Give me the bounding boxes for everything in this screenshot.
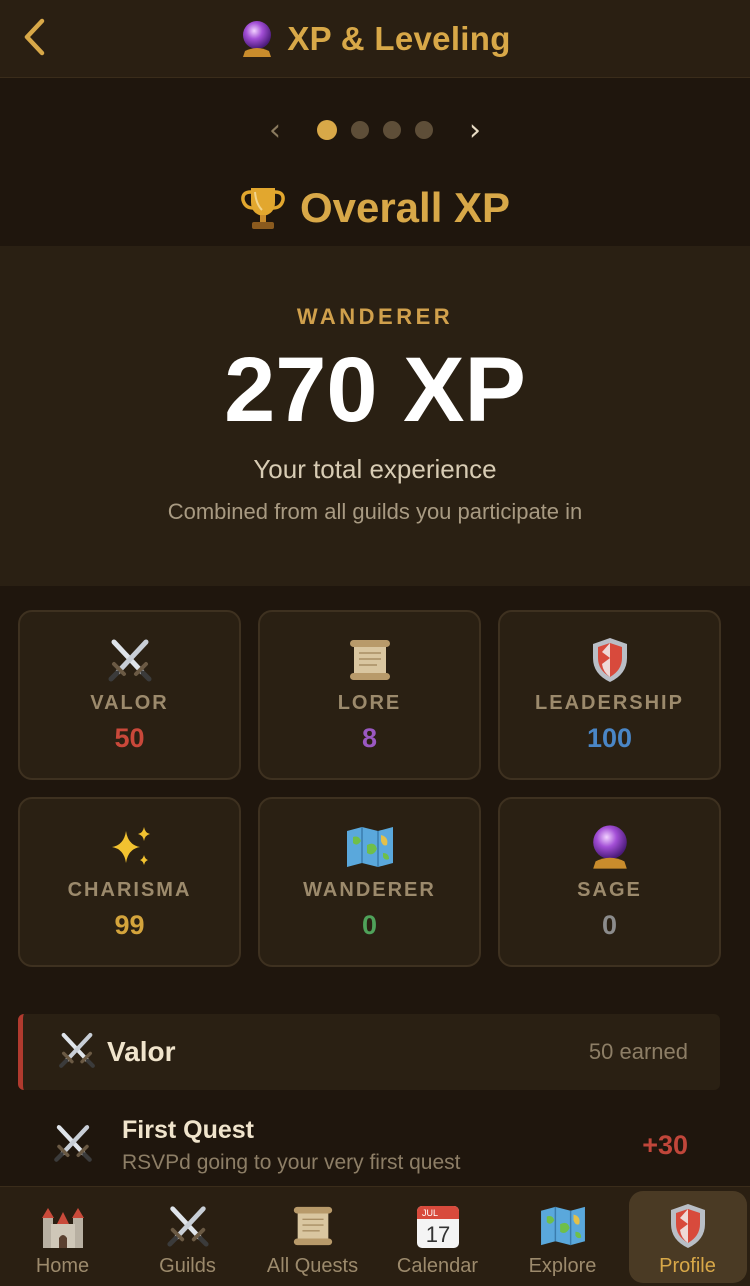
tab-home[interactable]: Home (4, 1191, 122, 1283)
page-dot-2[interactable] (351, 121, 369, 139)
carousel-pager: ‹ › (0, 110, 750, 150)
total-xp-note: Combined from all guilds you participate… (167, 499, 583, 524)
tab-calendar[interactable]: JUL 17 Calendar (379, 1191, 497, 1283)
crossed-swords-icon (59, 1032, 95, 1068)
page-dot-3[interactable] (383, 121, 401, 139)
category-header-valor[interactable]: Valor 50 earned (18, 1014, 720, 1090)
stat-value: 99 (114, 910, 145, 940)
stat-label: VALOR (90, 692, 169, 714)
shield-icon (670, 1204, 705, 1248)
bottom-tab-bar: Home Guilds All Quests JUL 17 Calendar E… (0, 1186, 750, 1286)
quest-item[interactable]: First Quest RSVPd going to your very fir… (18, 1110, 720, 1180)
tab-label: Profile (659, 1255, 716, 1277)
total-xp-value: 270 XP (224, 339, 526, 441)
stat-card-valor[interactable]: VALOR 50 (18, 610, 241, 780)
stat-label: SAGE (577, 879, 642, 901)
page-dot-1[interactable] (317, 120, 337, 140)
back-button[interactable] (8, 10, 62, 64)
stat-label: LEADERSHIP (535, 692, 684, 714)
carousel-prev-button[interactable]: ‹ (255, 113, 295, 148)
section-title: Overall XP (299, 184, 511, 231)
quest-description: RSVPd going to your very first quest (122, 1150, 461, 1174)
xp-summary-card: WANDERER 270 XP Your total experience Co… (0, 246, 750, 586)
stat-card-lore[interactable]: LORE 8 (258, 610, 481, 780)
calendar-icon: JUL 17 (416, 1206, 459, 1248)
stat-card-wanderer[interactable]: WANDERER 0 (258, 797, 481, 967)
crossed-swords-icon (54, 1124, 92, 1162)
calendar-month: JUL (422, 1208, 438, 1218)
stat-value: 100 (586, 723, 633, 753)
tab-guilds[interactable]: Guilds (129, 1191, 247, 1283)
page-indicator (317, 120, 433, 140)
category-name: Valor (107, 1036, 176, 1067)
tab-label: Explore (528, 1255, 597, 1277)
total-xp-subtitle: Your total experience (253, 454, 497, 484)
castle-icon (41, 1208, 84, 1248)
shield-icon (592, 638, 627, 682)
crystal-ball-icon (592, 825, 627, 869)
stat-label: CHARISMA (67, 879, 192, 901)
app-root: XP & Leveling ‹ › Overall XP WANDERER 27… (0, 0, 750, 1286)
section-heading: Overall XP (0, 178, 750, 238)
category-earned: 50 earned (588, 1039, 688, 1064)
scroll-icon (349, 640, 390, 680)
chevron-left-icon (24, 18, 45, 56)
rank-label: WANDERER (296, 304, 454, 329)
stat-value: 50 (114, 723, 145, 753)
tab-all-quests[interactable]: All Quests (254, 1191, 372, 1283)
scroll-icon (293, 1206, 332, 1246)
crystal-ball-icon (243, 20, 272, 57)
carousel-next-button[interactable]: › (455, 113, 495, 148)
tab-label: Home (35, 1255, 90, 1277)
page-title: XP & Leveling (239, 19, 510, 59)
top-nav-bar: XP & Leveling (0, 0, 750, 78)
tab-profile[interactable]: Profile (628, 1191, 747, 1283)
calendar-day: 17 (425, 1222, 449, 1247)
stat-card-leadership[interactable]: LEADERSHIP 100 (498, 610, 721, 780)
trophy-icon (241, 188, 285, 229)
stat-label: WANDERER (303, 879, 436, 901)
tab-explore[interactable]: Explore (504, 1191, 622, 1283)
page-dot-4[interactable] (415, 121, 433, 139)
stat-value: 0 (601, 910, 618, 940)
stat-label: LORE (337, 692, 402, 714)
quest-title: First Quest (122, 1115, 254, 1144)
tab-label: Calendar (396, 1255, 479, 1277)
stat-value: 8 (361, 723, 378, 753)
stat-card-charisma[interactable]: CHARISMA 99 (18, 797, 241, 967)
tab-label: Guilds (159, 1255, 216, 1277)
quest-xp: +30 (642, 1129, 688, 1160)
tab-label: All Quests (266, 1255, 359, 1277)
stat-value: 0 (361, 910, 378, 940)
crossed-swords-icon (166, 1206, 209, 1247)
crossed-swords-icon (108, 639, 151, 682)
map-icon (346, 827, 393, 867)
sparkles-icon (111, 827, 150, 865)
stat-card-sage[interactable]: SAGE 0 (498, 797, 721, 967)
map-icon (540, 1206, 585, 1246)
page-title-text: XP & Leveling (287, 19, 511, 57)
stats-grid: VALOR 50 LORE 8 LEADERSHIP 100 CHARISMA … (18, 610, 721, 967)
